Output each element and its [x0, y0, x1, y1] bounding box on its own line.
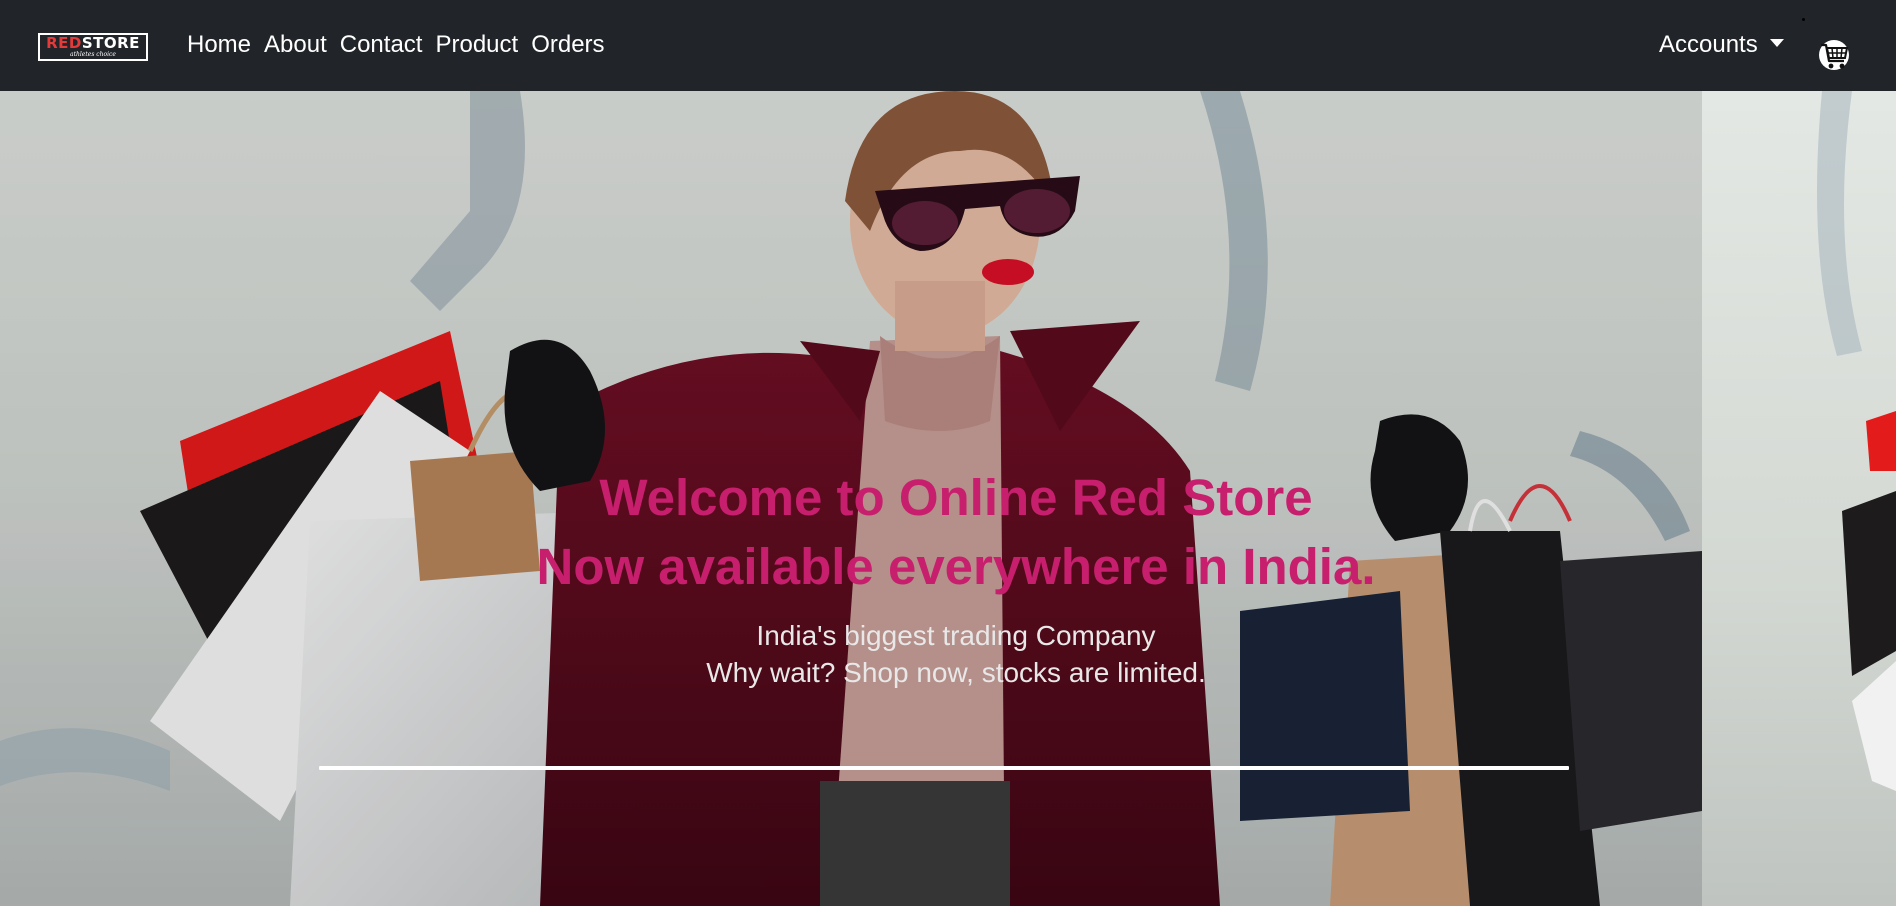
hero-heading-line2: Now available everywhere in India. [536, 538, 1376, 595]
hero-divider [319, 766, 1569, 770]
caret-down-icon [1769, 39, 1784, 47]
hero-carousel: Welcome to Online Red Store Now availabl… [0, 91, 1896, 906]
accounts-dropdown[interactable]: Accounts [1659, 28, 1784, 62]
nav-link-product[interactable]: Product [435, 28, 518, 62]
decorative-dot [1802, 18, 1805, 21]
nav-link-about[interactable]: About [264, 28, 327, 62]
brand-logo[interactable]: REDSTORE athletes choice [38, 33, 148, 61]
nav-links: Home About Contact Product Orders [187, 28, 605, 62]
navbar: REDSTORE athletes choice Home About Cont… [0, 0, 1896, 91]
accounts-label: Accounts [1659, 31, 1758, 58]
nav-link-orders[interactable]: Orders [531, 28, 604, 62]
nav-link-contact[interactable]: Contact [340, 28, 423, 62]
brand-tagline: athletes choice [70, 51, 116, 58]
brand-wordmark: REDSTORE [46, 34, 140, 52]
hero-subtext-line2: Why wait? Shop now, stocks are limited. [706, 657, 1206, 688]
hero-subtext-line1: India's biggest trading Company [756, 620, 1156, 651]
shopping-cart-icon[interactable] [1818, 36, 1850, 74]
hero-heading-line1: Welcome to Online Red Store [599, 469, 1313, 526]
nav-link-home[interactable]: Home [187, 28, 251, 62]
